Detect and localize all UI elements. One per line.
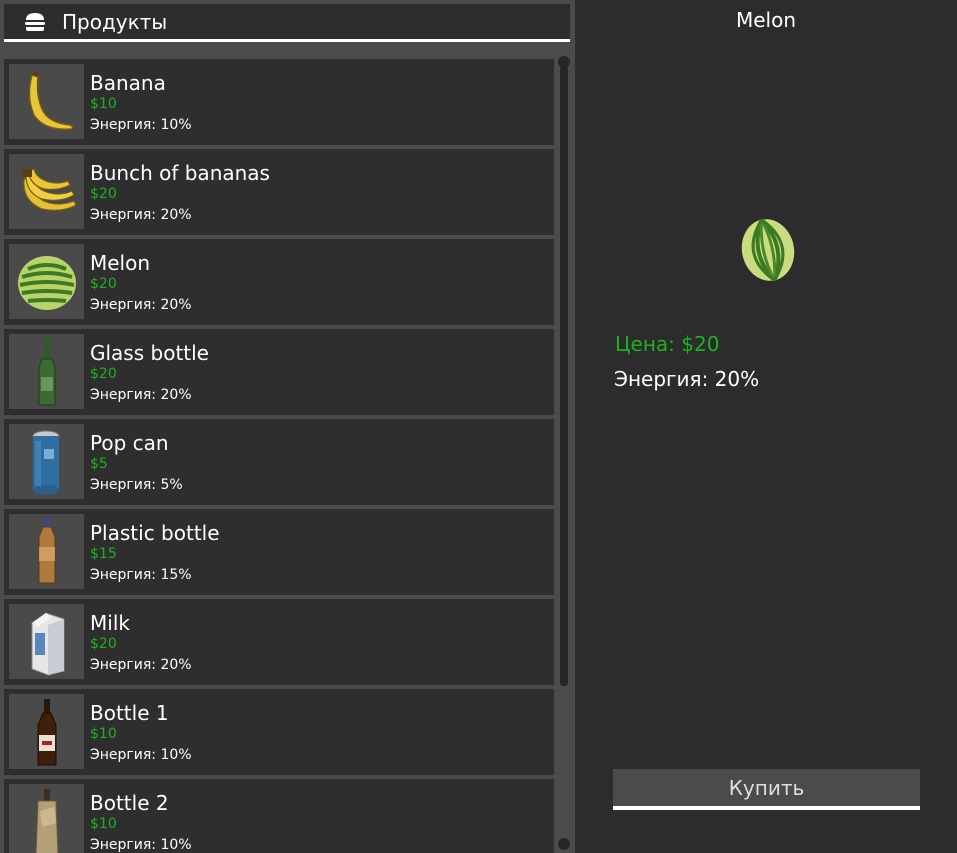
banana-icon	[28, 70, 73, 130]
product-name: Bottle 1	[90, 701, 169, 725]
product-energy: Энергия: 20%	[90, 297, 192, 313]
product-thumbnail	[9, 154, 84, 229]
product-list[interactable]: Banana $10 Энергия: 10% Bunch of bananas…	[4, 59, 554, 853]
detail-price: Цена: $20	[615, 332, 720, 356]
product-energy: Энергия: 10%	[90, 837, 192, 853]
product-price: $10	[90, 726, 117, 742]
product-name: Plastic bottle	[90, 521, 220, 545]
product-thumbnail	[9, 64, 84, 139]
melon-icon	[741, 218, 795, 282]
banana-bunch-icon	[21, 167, 77, 211]
pop-can-icon	[32, 430, 59, 495]
milk-carton-icon	[31, 611, 64, 676]
product-thumbnail	[9, 334, 84, 409]
product-energy: Энергия: 20%	[90, 207, 192, 223]
product-item-glass-bottle[interactable]: Glass bottle $20 Энергия: 20%	[4, 329, 554, 415]
product-list-scrollbar[interactable]	[558, 56, 570, 853]
product-energy: Энергия: 5%	[90, 477, 183, 493]
bottle-icon	[37, 698, 56, 765]
product-item-banana[interactable]: Banana $10 Энергия: 10%	[4, 59, 554, 145]
product-thumbnail	[9, 604, 84, 679]
category-header: Продукты	[4, 4, 570, 42]
category-title: Продукты	[62, 9, 168, 34]
product-item-milk[interactable]: Milk $20 Энергия: 20%	[4, 599, 554, 685]
product-price: $20	[90, 186, 117, 202]
product-name: Pop can	[90, 431, 169, 455]
product-thumbnail	[9, 694, 84, 769]
product-name: Bottle 2	[90, 791, 169, 815]
scrollbar-thumb[interactable]	[560, 66, 568, 686]
product-price: $10	[90, 816, 117, 832]
product-name: Melon	[90, 251, 151, 275]
scrollbar-down-cap[interactable]	[558, 838, 570, 850]
product-name: Glass bottle	[90, 341, 209, 365]
product-item-plastic-bottle[interactable]: Plastic bottle $15 Энергия: 15%	[4, 509, 554, 595]
detail-energy: Энергия: 20%	[614, 367, 760, 391]
glass-bottle-icon	[38, 338, 55, 405]
product-item-bottle-1[interactable]: Bottle 1 $10 Энергия: 10%	[4, 689, 554, 775]
product-detail-panel: Melon Цена: $20 Энергия: 20% Купить	[575, 0, 957, 853]
product-item-bunch-of-bananas[interactable]: Bunch of bananas $20 Энергия: 20%	[4, 149, 554, 235]
product-name: Milk	[90, 611, 130, 635]
bottle-paper-bag-icon	[35, 788, 58, 853]
product-price: $20	[90, 636, 117, 652]
product-price: $10	[90, 96, 117, 112]
detail-title: Melon	[735, 8, 797, 32]
product-price: $20	[90, 366, 117, 382]
product-list-panel: Продукты Banana $10 Энергия: 10% Bunch o…	[0, 0, 575, 853]
product-name: Banana	[90, 71, 166, 95]
product-energy: Энергия: 20%	[90, 657, 192, 673]
product-name: Bunch of bananas	[90, 161, 270, 185]
product-thumbnail	[9, 244, 84, 319]
product-price: $20	[90, 276, 117, 292]
product-price: $5	[90, 456, 108, 472]
product-energy: Энергия: 10%	[90, 117, 192, 133]
product-energy: Энергия: 10%	[90, 747, 192, 763]
product-item-bottle-2[interactable]: Bottle 2 $10 Энергия: 10%	[4, 779, 554, 853]
product-energy: Энергия: 20%	[90, 387, 192, 403]
product-thumbnail	[9, 514, 84, 589]
product-thumbnail	[9, 784, 84, 853]
product-thumbnail	[9, 424, 84, 499]
product-energy: Энергия: 15%	[90, 567, 192, 583]
melon-icon	[17, 255, 76, 310]
burger-icon	[22, 10, 48, 34]
buy-button[interactable]: Купить	[613, 769, 920, 810]
product-item-melon[interactable]: Melon $20 Энергия: 20%	[4, 239, 554, 325]
plastic-bottle-icon	[38, 518, 55, 583]
detail-image	[735, 214, 801, 286]
product-price: $15	[90, 546, 117, 562]
product-item-pop-can[interactable]: Pop can $5 Энергия: 5%	[4, 419, 554, 505]
